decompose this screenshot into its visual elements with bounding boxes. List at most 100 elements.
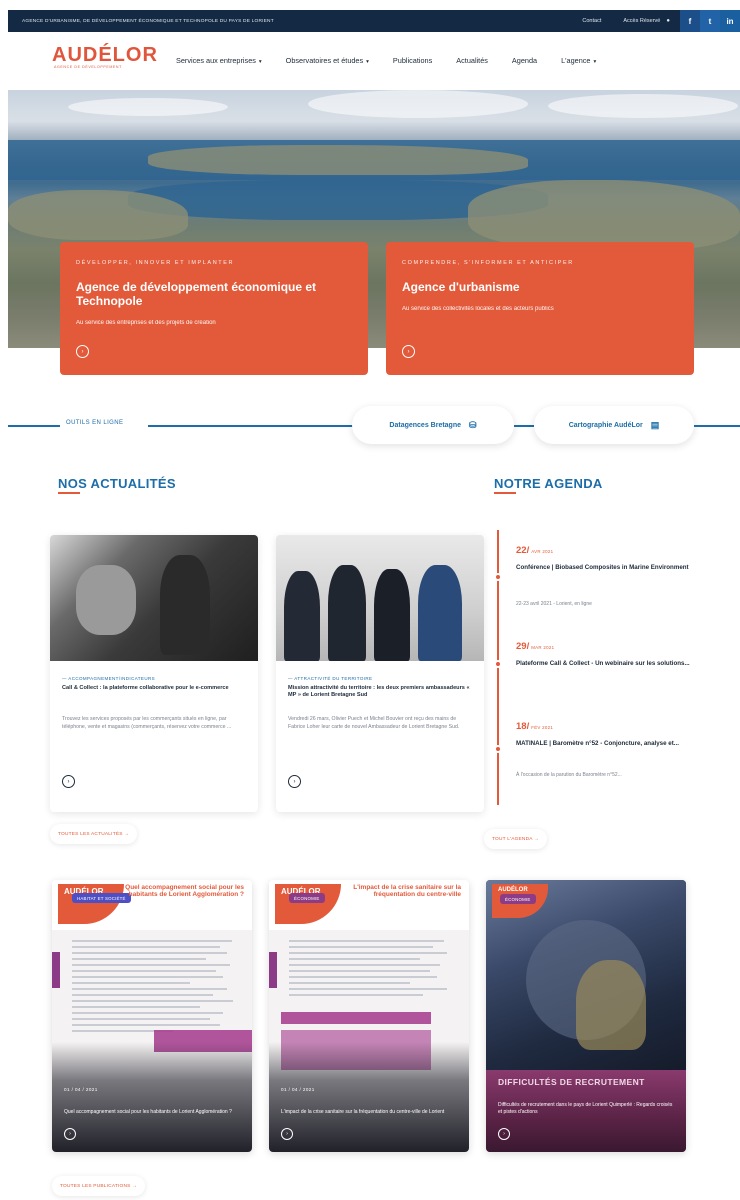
publication-overlay xyxy=(52,1042,252,1152)
publication-cover-header: AUDÉLOR HABITAT ET SOCIÉTÉ Quel accompag… xyxy=(52,880,252,930)
photo-shape xyxy=(576,960,646,1050)
publication-cover-title: L'impact de la crise sanitaire sur la fr… xyxy=(353,884,461,898)
person-shape xyxy=(418,565,462,661)
dashboard-icon: ⛁ xyxy=(469,419,477,430)
access-link[interactable]: Accès Réservé xyxy=(623,18,660,24)
hero-card-economic[interactable]: DÉVELOPPER, INNOVER ET IMPLANTER Agence … xyxy=(60,242,368,375)
publication-card[interactable]: AUDÉLOR HABITAT ET SOCIÉTÉ Quel accompag… xyxy=(52,880,252,1152)
news-description: Vendredi 26 mars, Olivier Puech et Miche… xyxy=(288,716,460,730)
timeline-dot xyxy=(494,660,502,668)
nav-item-services[interactable]: Services aux entreprises ▾ xyxy=(176,56,262,65)
divider xyxy=(148,425,356,427)
all-publications-link[interactable]: TOUTES LES PUBLICATIONS → xyxy=(52,1176,146,1196)
agenda-month: AVR 2021 xyxy=(531,549,554,554)
cover-brand-block: AUDÉLOR xyxy=(275,884,341,924)
news-category: — ACCOMPAGNEMENT/INDICATEURS xyxy=(62,676,156,681)
nav-item-actualites[interactable]: Actualités xyxy=(456,56,488,65)
arrow-right-icon[interactable]: › xyxy=(62,775,75,788)
publication-card[interactable]: AUDÉLOR ÉCONOMIE L'impact de la crise sa… xyxy=(269,880,469,1152)
nav-item-publications[interactable]: Publications xyxy=(393,56,432,65)
publication-title[interactable]: L'impact de la crise sanitaire sur la fr… xyxy=(281,1109,457,1116)
nav-label: L'agence xyxy=(561,56,591,65)
agenda-title[interactable]: MATINALE | Baromètre n°52 - Conjoncture,… xyxy=(516,740,706,748)
top-bar: AGENCE D'URBANISME, DE DÉVELOPPEMENT ÉCO… xyxy=(8,10,740,32)
agenda-title[interactable]: Conférence | Biobased Composites in Mari… xyxy=(516,564,706,572)
cloud xyxy=(308,90,528,118)
hero-card-desc: Au service des entreprises et des projet… xyxy=(76,320,216,326)
news-category: — ATTRACTIVITÉ DU TERRITOIRE xyxy=(288,676,373,681)
all-news-link[interactable]: TOUTES LES ACTUALITÉS → xyxy=(50,824,138,844)
agenda-date: 18/FÉV 2021 xyxy=(516,721,553,732)
nav-label: Agenda xyxy=(511,56,538,65)
datagences-button[interactable]: Datagences Bretagne ⛁ xyxy=(352,406,514,444)
tool-label: Datagences Bretagne xyxy=(389,421,462,429)
cover-side-tab xyxy=(52,952,60,988)
nav-item-agence[interactable]: L'agence ▾ xyxy=(561,56,596,65)
publication-overlay xyxy=(269,1042,469,1152)
publication-badge: ÉCONOMIE xyxy=(500,894,536,904)
cover-text-lines xyxy=(289,940,457,1000)
cover-brand-block: AUDÉLOR xyxy=(58,884,124,924)
hero-card-kicker: COMPRENDRE, S'INFORMER ET ANTICIPER xyxy=(402,260,574,266)
cloud xyxy=(548,94,738,118)
hero-card-desc: Au service des collectivités locales et … xyxy=(402,306,554,312)
arrow-right-icon[interactable]: › xyxy=(402,345,415,358)
linkedin-icon[interactable]: in xyxy=(720,10,740,32)
timeline-dot xyxy=(494,745,502,753)
nav-label: Observatoires et études xyxy=(285,56,364,65)
arrow-right-icon[interactable]: › xyxy=(498,1128,510,1140)
agenda-month: FÉV 2021 xyxy=(531,725,554,730)
person-shape xyxy=(374,569,410,661)
divider xyxy=(514,425,534,427)
person-shape xyxy=(76,565,136,635)
publication-title[interactable]: Quel accompagnement social pour les habi… xyxy=(64,1109,240,1116)
cloud xyxy=(68,98,228,116)
divider xyxy=(694,425,740,427)
land-area xyxy=(468,180,740,250)
news-title[interactable]: Call & Collect : la plateforme collabora… xyxy=(62,685,248,692)
facebook-icon[interactable]: f xyxy=(680,10,700,32)
agenda-day: 29/ xyxy=(516,641,530,652)
arrow-right-icon[interactable]: › xyxy=(76,345,89,358)
news-description: Trouvez les services proposés par les co… xyxy=(62,716,232,730)
chevron-down-icon: ▾ xyxy=(593,59,597,65)
agenda-month: MAR 2021 xyxy=(531,645,555,650)
person-shape xyxy=(328,565,366,661)
all-agenda-link[interactable]: TOUT L'AGENDA → xyxy=(484,829,547,849)
timeline-dot xyxy=(494,573,502,581)
news-title[interactable]: Mission attractivité du territoire : les… xyxy=(288,685,474,699)
nav-label: Services aux entreprises xyxy=(176,56,256,65)
divider xyxy=(8,425,60,427)
publication-title[interactable]: Difficultés de recrutement dans le pays … xyxy=(498,1102,674,1116)
publication-cover-header: AUDÉLOR ÉCONOMIE L'impact de la crise sa… xyxy=(269,880,469,930)
site-logo[interactable]: AUDÉLOR AGENCE DE DÉVELOPPEMENT xyxy=(52,44,158,69)
nav-item-observatoires[interactable]: Observatoires et études ▾ xyxy=(286,56,369,65)
nav-label: Actualités xyxy=(456,56,488,65)
chevron-down-icon: ▾ xyxy=(366,59,369,65)
arrow-right-icon[interactable]: › xyxy=(288,775,301,788)
arrow-right-icon[interactable]: › xyxy=(64,1128,76,1140)
cover-side-tab xyxy=(269,952,277,988)
agenda-section-title: NOTRE AGENDA xyxy=(494,476,603,491)
cartographie-button[interactable]: Cartographie AudéLor ▤ xyxy=(534,406,694,444)
publication-date: 01 / 04 / 2021 xyxy=(64,1087,98,1092)
agenda-meta: 22-23 avril 2021 - Lorient, en ligne xyxy=(516,601,592,607)
chevron-down-icon: ▾ xyxy=(258,59,262,65)
news-card[interactable]: — ATTRACTIVITÉ DU TERRITOIRE Mission att… xyxy=(276,535,484,812)
hero-card-urbanism[interactable]: COMPRENDRE, S'INFORMER ET ANTICIPER Agen… xyxy=(386,242,694,375)
topbar-tagline: AGENCE D'URBANISME, DE DÉVELOPPEMENT ÉCO… xyxy=(22,18,274,24)
publication-badge: ÉCONOMIE xyxy=(289,893,325,903)
news-card[interactable]: — ACCOMPAGNEMENT/INDICATEURS Call & Coll… xyxy=(50,535,258,812)
contact-link[interactable]: Contact xyxy=(582,18,601,24)
news-image xyxy=(276,535,484,661)
publication-card[interactable]: AUDÉLOR ÉCONOMIE DIFFICULTÉS DE RECRUTEM… xyxy=(486,880,686,1152)
nav-item-agenda[interactable]: Agenda xyxy=(512,56,537,65)
agenda-day: 18/ xyxy=(516,721,530,732)
agenda-date: 22/AVR 2021 xyxy=(516,545,553,556)
title-underline xyxy=(58,492,80,494)
arrow-right-icon[interactable]: › xyxy=(281,1128,293,1140)
tools-label: OUTILS EN LIGNE xyxy=(66,420,124,426)
agenda-title[interactable]: Plateforme Call & Collect - Un webinaire… xyxy=(516,660,706,668)
twitter-icon[interactable]: t xyxy=(700,10,720,32)
lock-icon[interactable]: ● xyxy=(666,18,670,24)
